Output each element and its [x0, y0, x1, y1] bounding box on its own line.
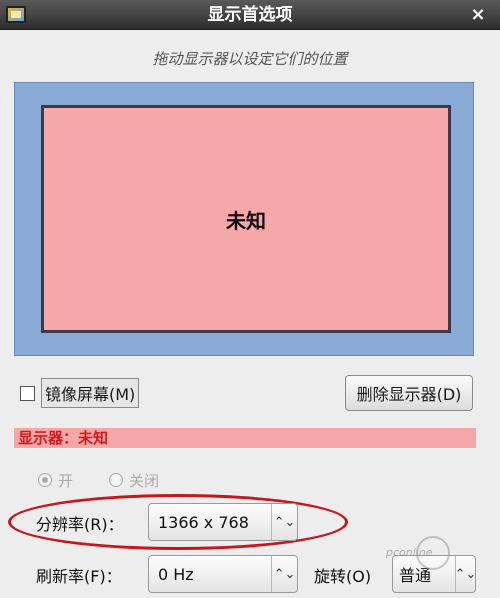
refresh-rate-value: 0 Hz: [158, 564, 194, 584]
radio-off-label: 关闭: [129, 471, 160, 490]
resolution-updown-icon: ⌃⌄: [271, 504, 297, 540]
monitor-layout-canvas[interactable]: 未知: [14, 82, 474, 356]
resolution-label: 分辨率(R)：: [36, 515, 124, 534]
refresh-updown-icon: ⌃⌄: [271, 556, 297, 592]
resolution-value: 1366 x 768: [158, 512, 249, 532]
watermark-text: pconline: [386, 546, 433, 559]
close-icon[interactable]: ×: [468, 5, 488, 25]
refresh-rate-label: 刷新率(F)：: [36, 567, 122, 586]
radio-on[interactable]: [38, 473, 52, 487]
resolution-select[interactable]: 1366 x 768 ⌃⌄: [148, 503, 298, 541]
window-title: 显示首选项: [207, 5, 293, 25]
drag-hint-text: 拖动显示器以设定它们的位置: [152, 50, 348, 68]
delete-display-button[interactable]: 删除显示器(D): [345, 375, 473, 411]
mirror-screen-label[interactable]: 镜像屏幕(M): [41, 378, 140, 408]
monitor-box[interactable]: 未知: [41, 105, 451, 333]
monitor-label: 未知: [226, 208, 266, 233]
mirror-screen-checkbox[interactable]: [20, 385, 35, 401]
radio-on-label: 开: [58, 471, 74, 490]
display-name-header: 显示器：未知: [14, 428, 476, 448]
radio-off[interactable]: [109, 473, 124, 487]
site-watermark: pconline: [386, 536, 486, 572]
rotation-label: 旋转(O): [314, 567, 372, 586]
window-titlebar[interactable]: 显示首选项 ×: [0, 0, 500, 30]
power-radio-group: 开 关闭: [38, 469, 159, 491]
refresh-rate-select[interactable]: 0 Hz ⌃⌄: [148, 555, 298, 593]
mirror-screen-row[interactable]: 镜像屏幕(M): [20, 378, 140, 408]
